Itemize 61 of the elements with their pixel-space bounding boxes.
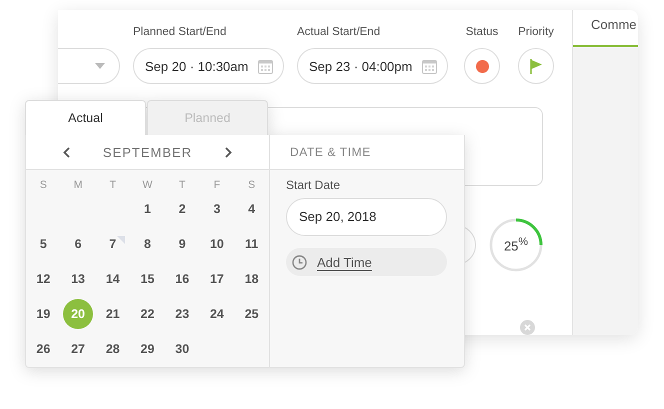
priority-button[interactable]: [518, 48, 554, 84]
previous-icon[interactable]: [63, 146, 70, 158]
next-icon[interactable]: [225, 146, 232, 158]
weekday-label: W: [142, 179, 154, 191]
calendar-icon: [258, 58, 273, 74]
status-button[interactable]: [464, 48, 500, 84]
field-label: Planned Start/End: [133, 26, 228, 40]
calendar-day[interactable]: 26: [29, 334, 58, 362]
calendar-day[interactable]: 30: [168, 334, 196, 362]
weekday-label: M: [72, 179, 84, 191]
calendar-day[interactable]: 19: [29, 300, 58, 328]
status-label: Status: [466, 26, 498, 40]
add-time-button[interactable]: Add Time: [286, 248, 447, 276]
calendar-day[interactable]: 4: [238, 194, 266, 222]
start-date-field[interactable]: Sep 20, 2018: [286, 198, 447, 236]
date-field[interactable]: Sep 20 · 10:30am: [133, 48, 284, 84]
calendar-day[interactable]: 28: [98, 334, 127, 362]
calendar-day[interactable]: 12: [29, 264, 58, 292]
priority-label: Priority: [518, 26, 554, 40]
calendar-day[interactable]: 27: [64, 334, 92, 362]
calendar-day[interactable]: 11: [238, 230, 266, 258]
calendar-day[interactable]: 13: [64, 264, 92, 292]
calendar-day[interactable]: 21: [98, 300, 127, 328]
calendar-day[interactable]: 7: [98, 230, 127, 258]
calendar-day[interactable]: 16: [168, 264, 196, 292]
calendar-day[interactable]: 24: [202, 300, 231, 328]
weekday-label: S: [38, 179, 48, 191]
calendar-icon: [422, 58, 437, 74]
calendar-day[interactable]: 6: [64, 230, 92, 258]
calendar-day[interactable]: 14: [98, 264, 127, 292]
calendar-day[interactable]: 5: [29, 230, 58, 258]
calendar-day[interactable]: 18: [238, 264, 266, 292]
calendar-day[interactable]: 15: [133, 264, 162, 292]
caret-icon: [95, 63, 105, 69]
weekday-label: T: [178, 179, 186, 191]
start-date-label: Start Date: [286, 178, 342, 192]
calendar-day[interactable]: 9: [168, 230, 196, 258]
calendar-day[interactable]: 17: [202, 264, 231, 292]
date-field[interactable]: Sep 23 · 04:00pm: [297, 48, 448, 84]
calendar-day[interactable]: 23: [168, 300, 196, 328]
calendar-tab[interactable]: Actual: [25, 100, 146, 135]
calendar-day[interactable]: 1: [133, 194, 162, 222]
month-title: SEPTEMBER: [102, 144, 192, 160]
field-label: Actual Start/End: [297, 26, 382, 40]
clock-icon: [292, 254, 307, 270]
weekday-label: S: [247, 179, 256, 191]
calendar-day[interactable]: 3: [202, 194, 231, 222]
calendar-day[interactable]: 22: [133, 300, 162, 328]
date-value: Sep 20 · 10:30am: [145, 58, 248, 74]
flag-icon: [530, 58, 542, 74]
panel-title: DATE & TIME: [290, 145, 371, 159]
calendar-day[interactable]: 8: [133, 230, 162, 258]
weekday-label: T: [108, 179, 117, 191]
comments-tab[interactable]: Comme: [573, 10, 638, 47]
calendar-day[interactable]: 25: [238, 300, 266, 328]
date-value: Sep 23 · 04:00pm: [309, 58, 412, 74]
calendar-day[interactable]: 29: [133, 334, 162, 362]
progress-ring: 25$^{%}$: [489, 218, 543, 272]
calendar-day[interactable]: 2: [168, 194, 196, 222]
calendar-day[interactable]: 10: [202, 230, 231, 258]
weekday-label: F: [212, 179, 222, 191]
